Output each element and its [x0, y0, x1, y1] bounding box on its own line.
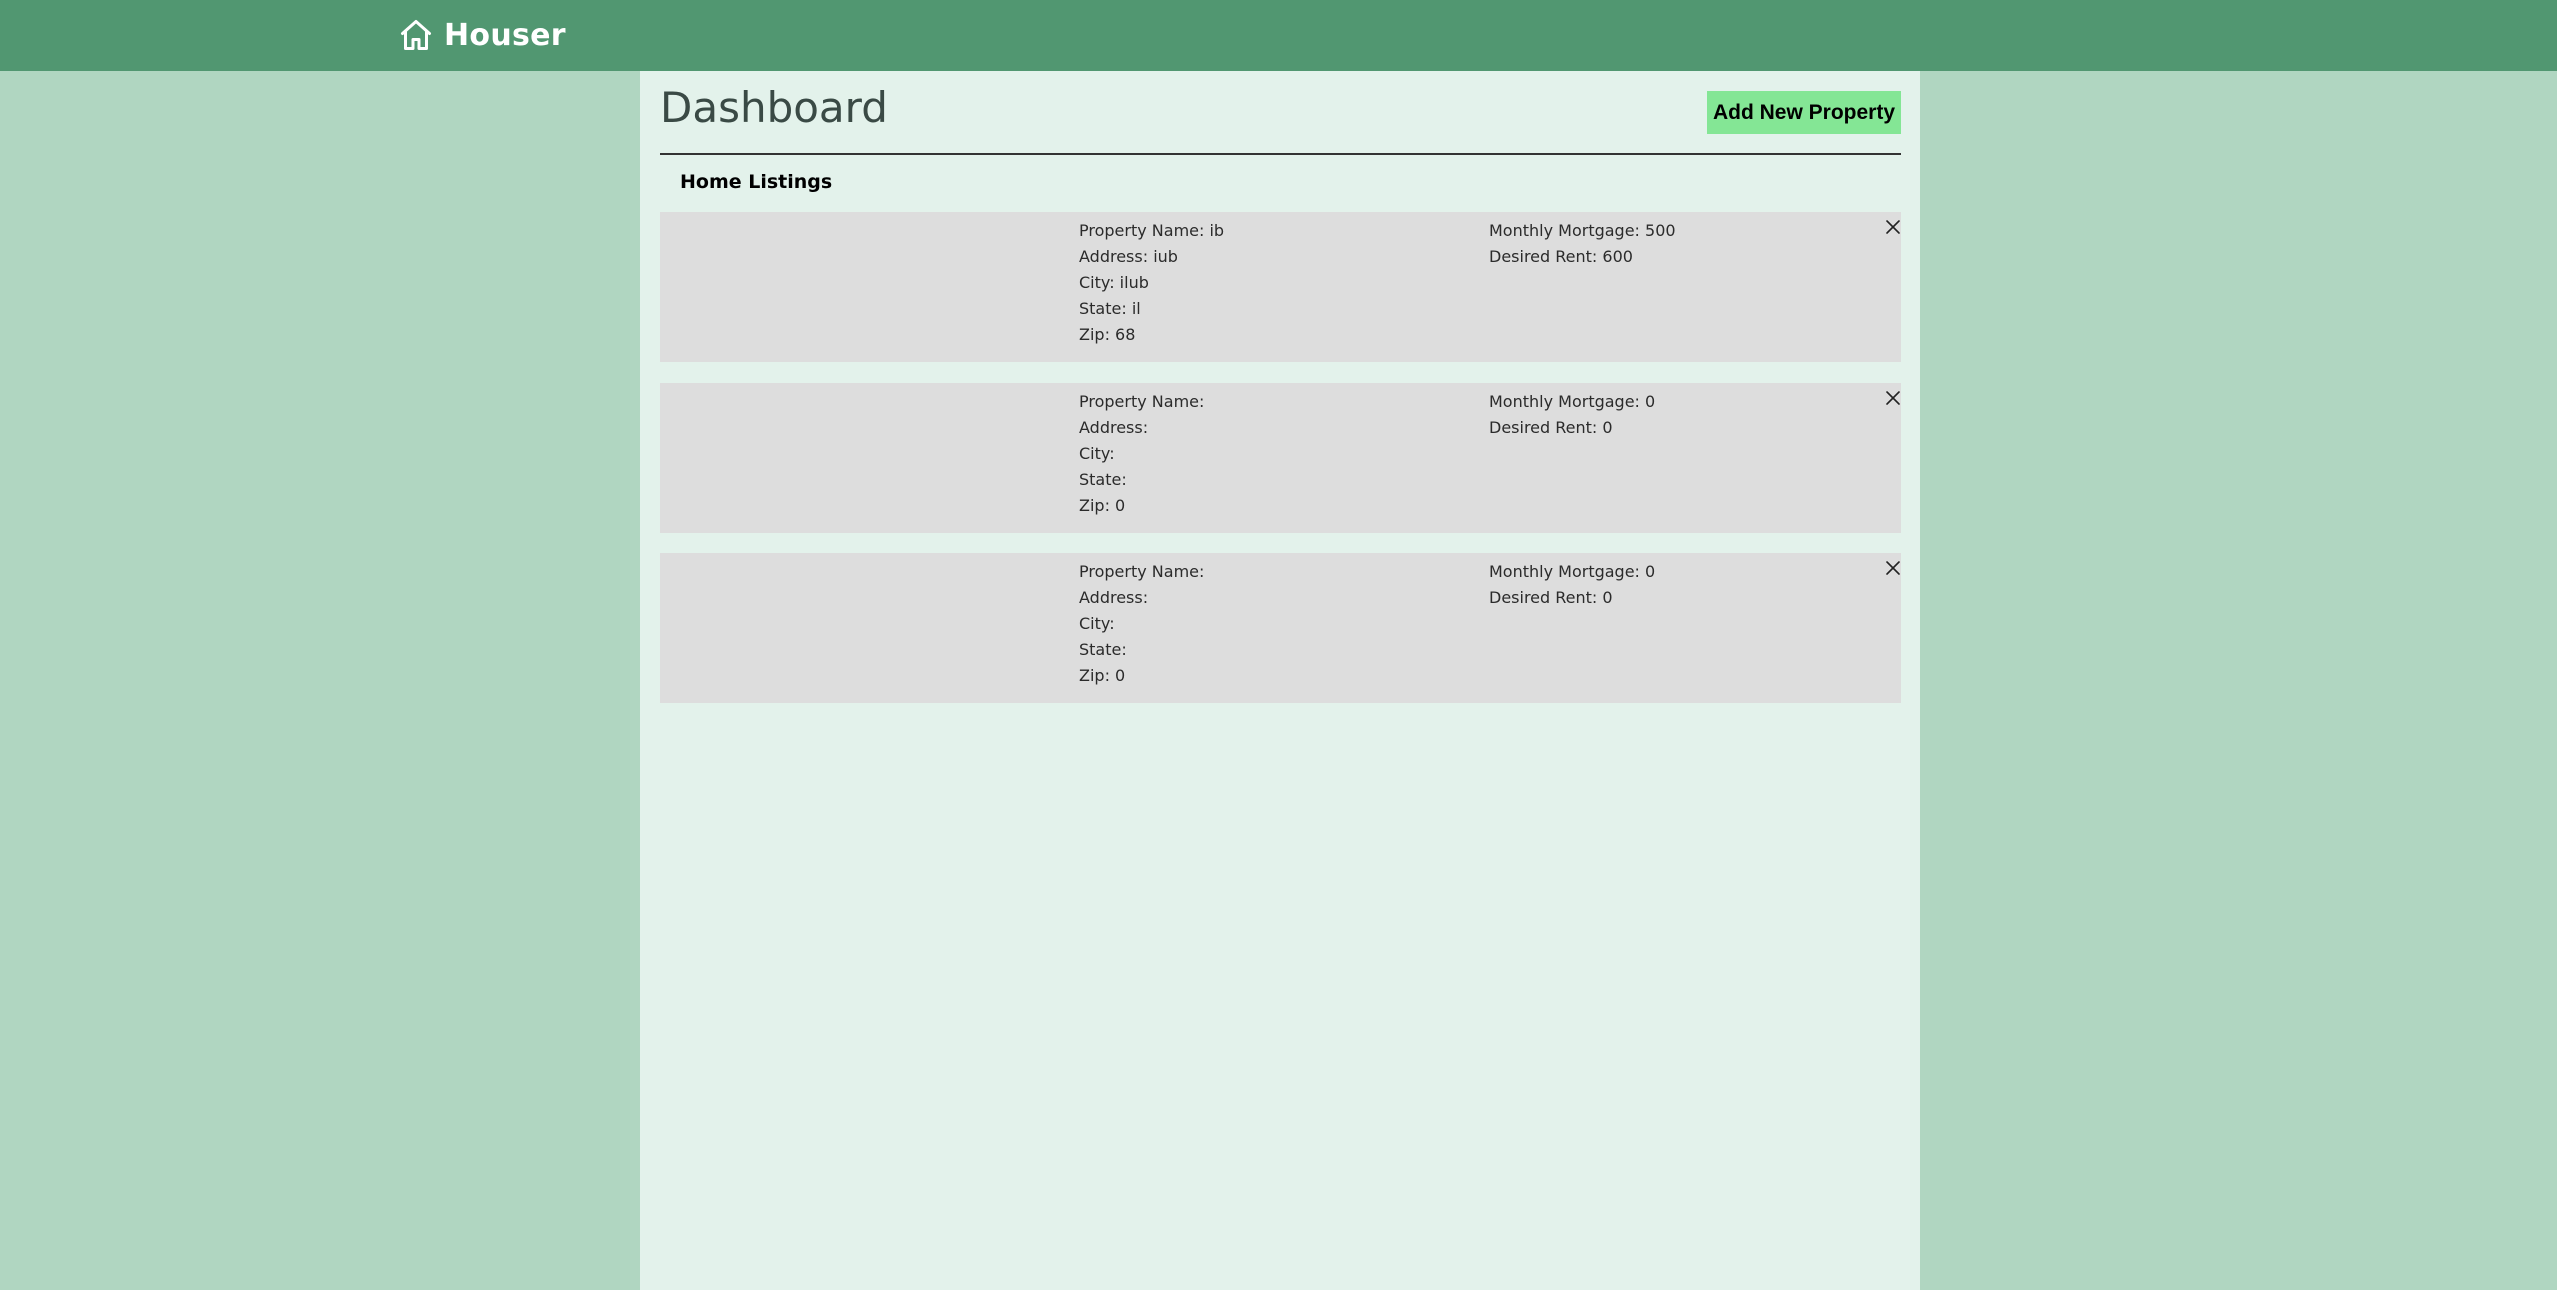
- monthly-mortgage: Monthly Mortgage: 0: [1489, 392, 1656, 411]
- property-name: Property Name:: [1079, 392, 1205, 411]
- close-icon[interactable]: [1882, 216, 1904, 238]
- property-zip: Zip: 68: [1079, 325, 1136, 344]
- section-title: Home Listings: [680, 171, 833, 193]
- property-details: Property Name: ib Address: iub City: ilu…: [1079, 218, 1224, 348]
- home-icon: [401, 20, 431, 50]
- listing-card: Property Name: ib Address: iub City: ilu…: [660, 212, 1901, 362]
- property-address: Address: iub: [1079, 247, 1178, 266]
- property-zip: Zip: 0: [1079, 496, 1126, 515]
- monthly-mortgage: Monthly Mortgage: 0: [1489, 562, 1656, 581]
- property-financials: Monthly Mortgage: 500 Desired Rent: 600: [1489, 218, 1676, 270]
- property-address: Address:: [1079, 588, 1149, 607]
- add-new-property-button[interactable]: Add New Property: [1707, 91, 1901, 134]
- property-city: City: ilub: [1079, 273, 1149, 292]
- monthly-mortgage: Monthly Mortgage: 500: [1489, 221, 1676, 240]
- close-icon[interactable]: [1882, 387, 1904, 409]
- property-details: Property Name: Address: City: State: Zip…: [1079, 389, 1204, 519]
- property-financials: Monthly Mortgage: 0 Desired Rent: 0: [1489, 559, 1655, 611]
- property-state: State:: [1079, 470, 1127, 489]
- listing-card: Property Name: Address: City: State: Zip…: [660, 383, 1901, 533]
- desired-rent: Desired Rent: 600: [1489, 247, 1633, 266]
- property-state: State:: [1079, 640, 1127, 659]
- property-financials: Monthly Mortgage: 0 Desired Rent: 0: [1489, 389, 1655, 441]
- listing-card: Property Name: Address: City: State: Zip…: [660, 553, 1901, 703]
- property-address: Address:: [1079, 418, 1149, 437]
- desired-rent: Desired Rent: 0: [1489, 588, 1613, 607]
- close-icon[interactable]: [1882, 557, 1904, 579]
- property-details: Property Name: Address: City: State: Zip…: [1079, 559, 1204, 689]
- divider: [660, 153, 1901, 155]
- dashboard-panel: Dashboard Add New Property Home Listings…: [640, 71, 1920, 1290]
- property-city: City:: [1079, 614, 1115, 633]
- desired-rent: Desired Rent: 0: [1489, 418, 1613, 437]
- app-name: Houser: [444, 17, 566, 53]
- property-state: State: il: [1079, 299, 1141, 318]
- page-title: Dashboard: [660, 83, 888, 132]
- property-name: Property Name: ib: [1079, 221, 1225, 240]
- top-nav-bar: Houser: [0, 0, 2557, 71]
- property-name: Property Name:: [1079, 562, 1205, 581]
- brand-link[interactable]: Houser: [398, 15, 566, 55]
- property-city: City:: [1079, 444, 1115, 463]
- property-zip: Zip: 0: [1079, 666, 1126, 685]
